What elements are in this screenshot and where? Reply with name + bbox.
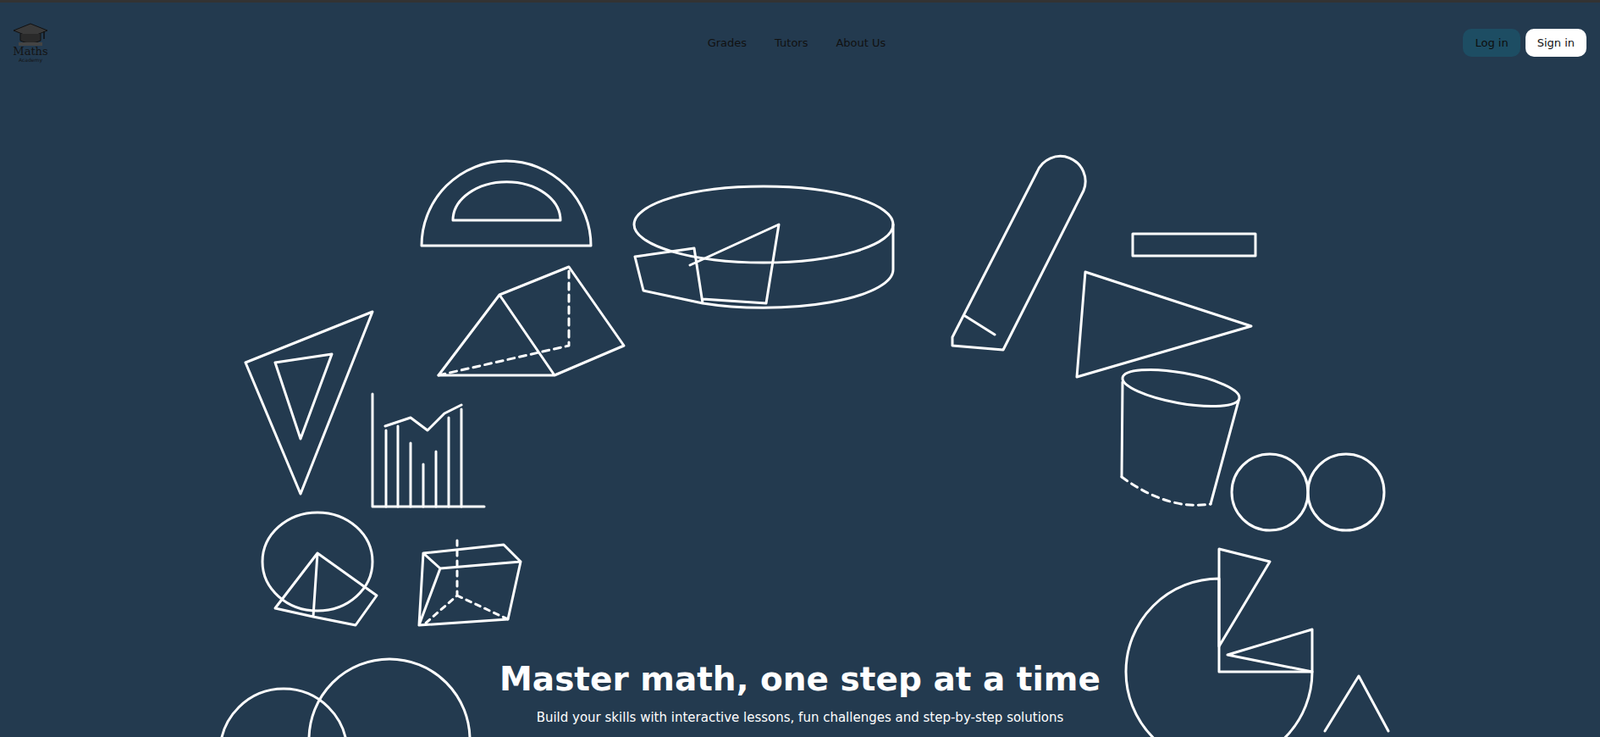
logo-subtitle: Academy: [18, 56, 43, 63]
top-bar: MathsAcademyGradesTutorsAbout UsLog inSi…: [0, 2, 1600, 72]
auth-buttons: Log inSign in: [885, 28, 1587, 57]
logo-title: Maths: [12, 45, 48, 57]
login-button[interactable]: Log in: [1462, 28, 1520, 57]
logo[interactable]: MathsAcademy: [6, 22, 55, 63]
hero: Master math, one step at a time Build you…: [0, 71, 1600, 737]
signin-button[interactable]: Sign in: [1525, 28, 1587, 57]
math-doodles-background: [0, 2, 1600, 737]
nav-link[interactable]: About Us: [835, 33, 886, 53]
nav-link[interactable]: Grades: [707, 33, 747, 53]
hero-title: Master math, one step at a time: [499, 659, 1101, 698]
main-nav: Grades Tutors About Us: [707, 33, 887, 53]
hero-subtitle: Build your skills with interactive lesso…: [536, 709, 1065, 725]
nav-link[interactable]: Tutors: [774, 33, 808, 53]
